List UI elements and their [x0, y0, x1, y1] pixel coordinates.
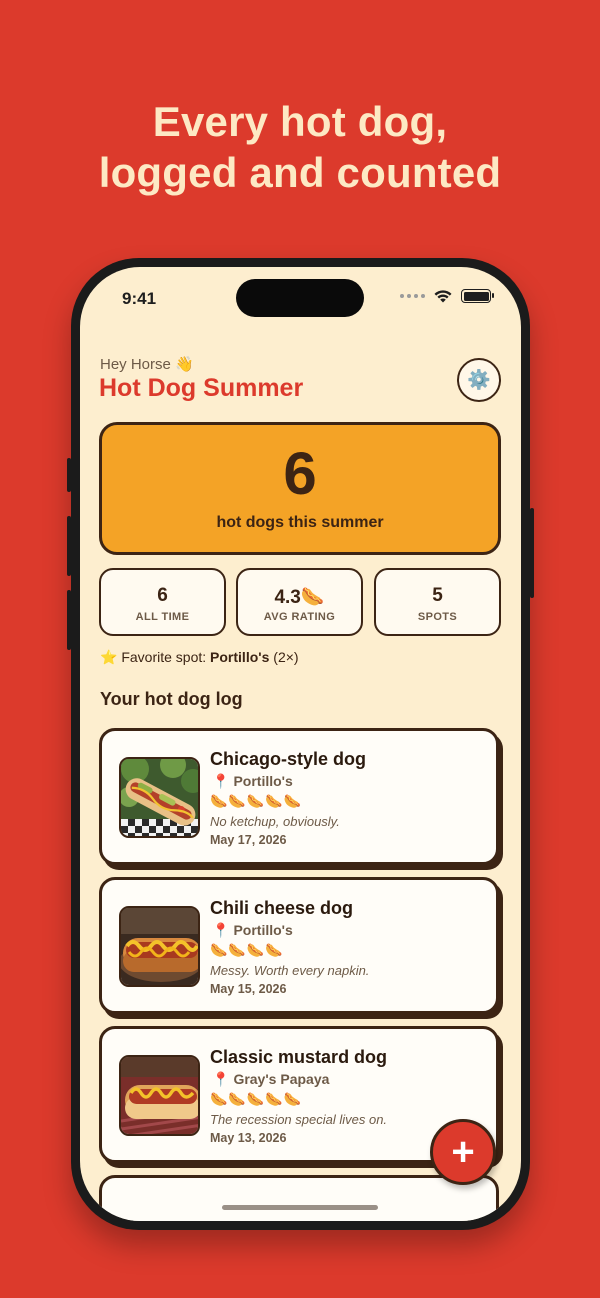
stat-label: SPOTS: [417, 611, 458, 623]
entry-title: Chili cheese dog: [210, 898, 354, 918]
marketing-headline: Every hot dog, logged and counted: [0, 96, 600, 198]
battery-icon: [461, 289, 494, 303]
entry-date: May 17, 2026: [210, 833, 287, 847]
status-icons: [400, 289, 494, 303]
add-hot-dog-button[interactable]: +: [430, 1119, 496, 1185]
stat-avg-rating: 4.3🌭 AVG RATING: [236, 568, 363, 636]
status-time: 9:41: [122, 289, 157, 308]
stat-value: 5: [432, 585, 443, 606]
page-title: Hot Dog Summer: [99, 374, 304, 402]
entry-date: May 15, 2026: [210, 982, 287, 996]
phone-volume-up: [67, 516, 71, 576]
favorite-spot: ⭐ Favorite spot: Portillo's (2×): [100, 649, 299, 666]
log-entry-card-partial[interactable]: [99, 1175, 499, 1221]
entry-title: Classic mustard dog: [210, 1047, 388, 1067]
entry-place-name: Portillo's: [233, 773, 293, 789]
phone-action-button: [67, 458, 71, 492]
entry-place: 📍 Portillo's: [212, 773, 293, 790]
phone-power-button: [530, 508, 534, 598]
entry-rating: 🌭🌭🌭🌭🌭: [210, 1091, 303, 1107]
entry-place: 📍 Gray's Papaya: [212, 1071, 329, 1088]
entry-place-name: Portillo's: [233, 922, 293, 938]
stat-all-time: 6 ALL TIME: [99, 568, 226, 636]
wifi-icon: [434, 290, 452, 303]
entry-place-name: Gray's Papaya: [233, 1071, 330, 1087]
plus-icon: +: [451, 1130, 475, 1174]
headline-line-2: logged and counted: [98, 149, 502, 196]
summer-count-value: 6: [283, 440, 317, 507]
star-icon: ⭐: [100, 649, 118, 665]
favorite-count: (2×): [273, 649, 299, 665]
favorite-name: Portillo's: [210, 649, 270, 665]
favorite-prefix: Favorite spot:: [121, 649, 207, 665]
stat-label: AVG RATING: [263, 611, 336, 623]
hot-dog-photo: [119, 757, 200, 838]
settings-button[interactable]: ⚙️: [457, 358, 501, 402]
entry-title: Chicago-style dog: [210, 749, 367, 769]
stat-value: 4.3🌭: [274, 587, 325, 608]
dynamic-island: [236, 279, 364, 317]
entry-note: No ketchup, obviously.: [210, 814, 340, 829]
log-entry-card[interactable]: Chicago-style dog 📍 Portillo's 🌭🌭🌭🌭🌭 No k…: [99, 728, 499, 865]
entry-rating: 🌭🌭🌭🌭🌭: [210, 793, 303, 809]
log-entry-card[interactable]: Chili cheese dog 📍 Portillo's 🌭🌭🌭🌭 Messy.…: [99, 877, 499, 1014]
summer-count-label: hot dogs this summer: [216, 514, 384, 531]
location-pin-icon: 📍: [212, 773, 230, 789]
stat-label: ALL TIME: [135, 611, 190, 623]
entry-note: Messy. Worth every napkin.: [210, 963, 370, 978]
headline-line-1: Every hot dog,: [152, 98, 448, 145]
entry-date: May 13, 2026: [210, 1131, 287, 1145]
phone-volume-down: [67, 590, 71, 650]
hot-dog-photo: [119, 906, 200, 987]
log-section-title: Your hot dog log: [100, 689, 243, 709]
entry-note: The recession special lives on.: [210, 1112, 388, 1127]
gear-icon: ⚙️: [467, 370, 491, 391]
entry-rating: 🌭🌭🌭🌭: [210, 942, 284, 958]
home-indicator: [222, 1205, 378, 1210]
summer-count-card: 6 hot dogs this summer: [99, 422, 501, 555]
entry-place: 📍 Portillo's: [212, 922, 293, 939]
signal-icon: [400, 294, 425, 298]
greeting: Hey Horse 👋: [100, 356, 194, 373]
stat-value: 6: [157, 585, 168, 606]
app-screen: 9:41 Hey Horse 👋 Hot Dog Summer ⚙️ 6 hot…: [80, 267, 521, 1221]
hot-dog-photo: [119, 1055, 200, 1136]
location-pin-icon: 📍: [212, 1071, 230, 1087]
location-pin-icon: 📍: [212, 922, 230, 938]
stat-spots: 5 SPOTS: [374, 568, 501, 636]
